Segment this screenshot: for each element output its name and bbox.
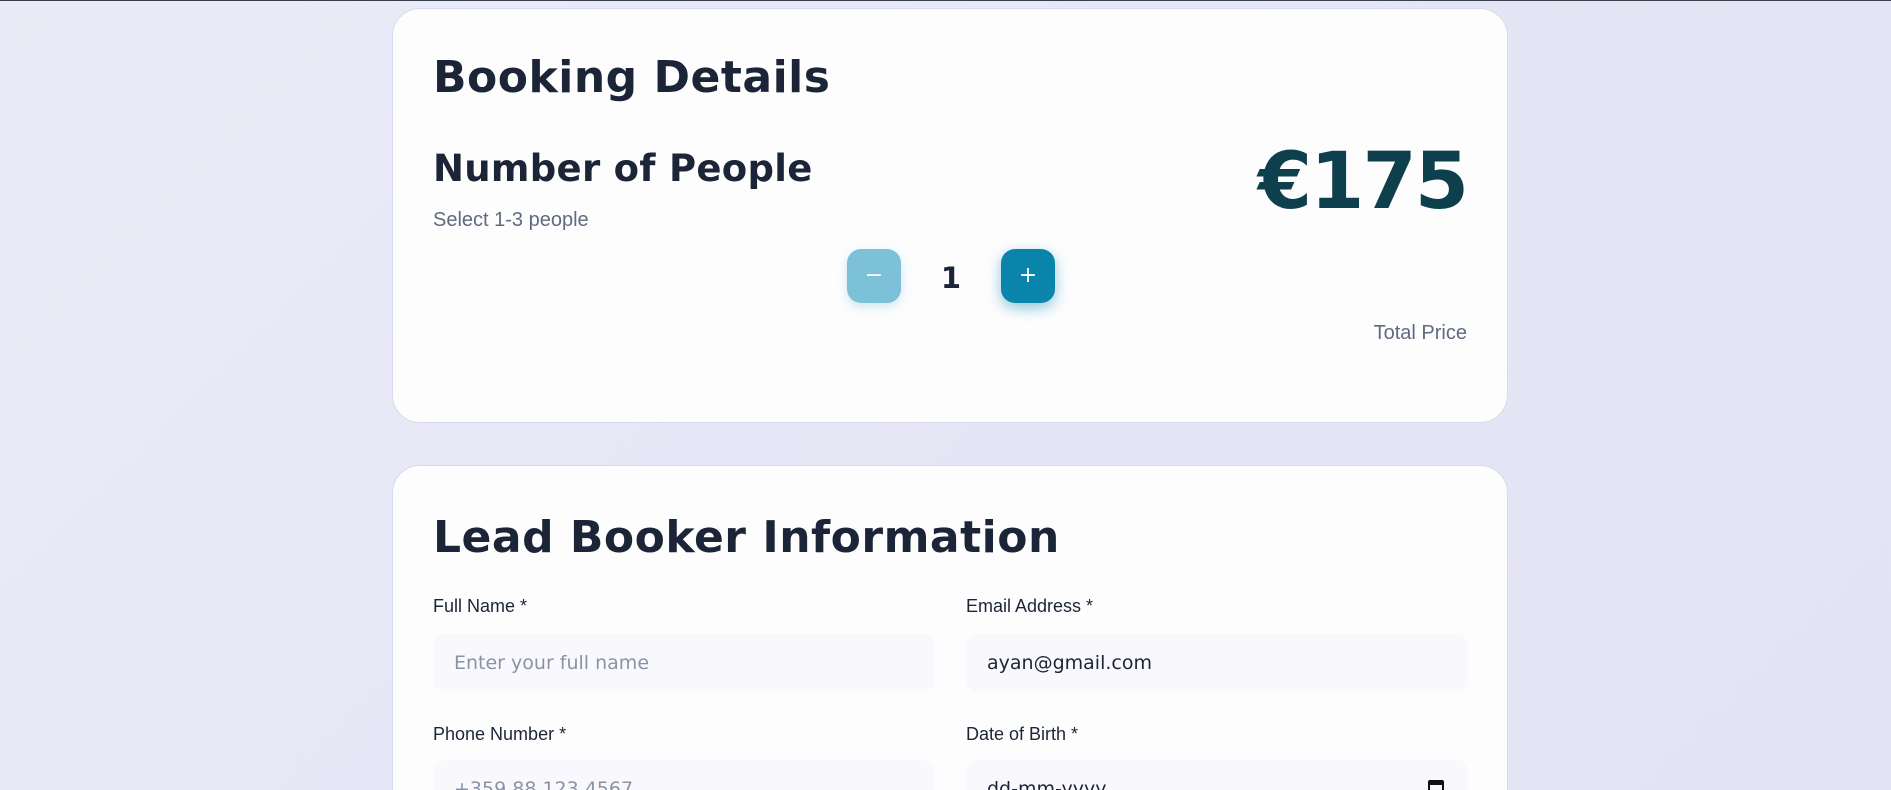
email-label: Email Address * — [966, 596, 1094, 616]
email-input[interactable] — [966, 634, 1468, 692]
number-of-people-label: Number of People — [433, 147, 813, 190]
phone-input[interactable] — [433, 760, 935, 790]
decrement-people-button[interactable]: − — [847, 249, 901, 303]
people-count: 1 — [940, 261, 962, 295]
full-name-label: Full Name * — [433, 596, 528, 616]
date-of-birth-input[interactable]: dd-mm-yyyy — [966, 760, 1468, 790]
full-name-input[interactable] — [433, 634, 935, 692]
total-price-value: €175 — [1257, 137, 1469, 227]
lead-booker-title: Lead Booker Information — [433, 512, 1060, 563]
date-of-birth-label: Date of Birth * — [966, 724, 1079, 744]
lead-booker-card: Lead Booker Information Full Name * Emai… — [392, 465, 1508, 790]
calendar-icon[interactable] — [1428, 780, 1444, 790]
booking-details-title: Booking Details — [433, 52, 831, 103]
people-hint: Select 1-3 people — [433, 209, 589, 231]
total-price-label: Total Price — [1373, 322, 1467, 344]
booking-details-card: Booking Details Number of People Select … — [392, 8, 1508, 423]
date-of-birth-value: dd-mm-yyyy — [987, 778, 1107, 790]
people-stepper: − 1 + — [847, 249, 1057, 305]
increment-people-button[interactable]: + — [1001, 249, 1055, 303]
phone-label: Phone Number * — [433, 724, 567, 744]
